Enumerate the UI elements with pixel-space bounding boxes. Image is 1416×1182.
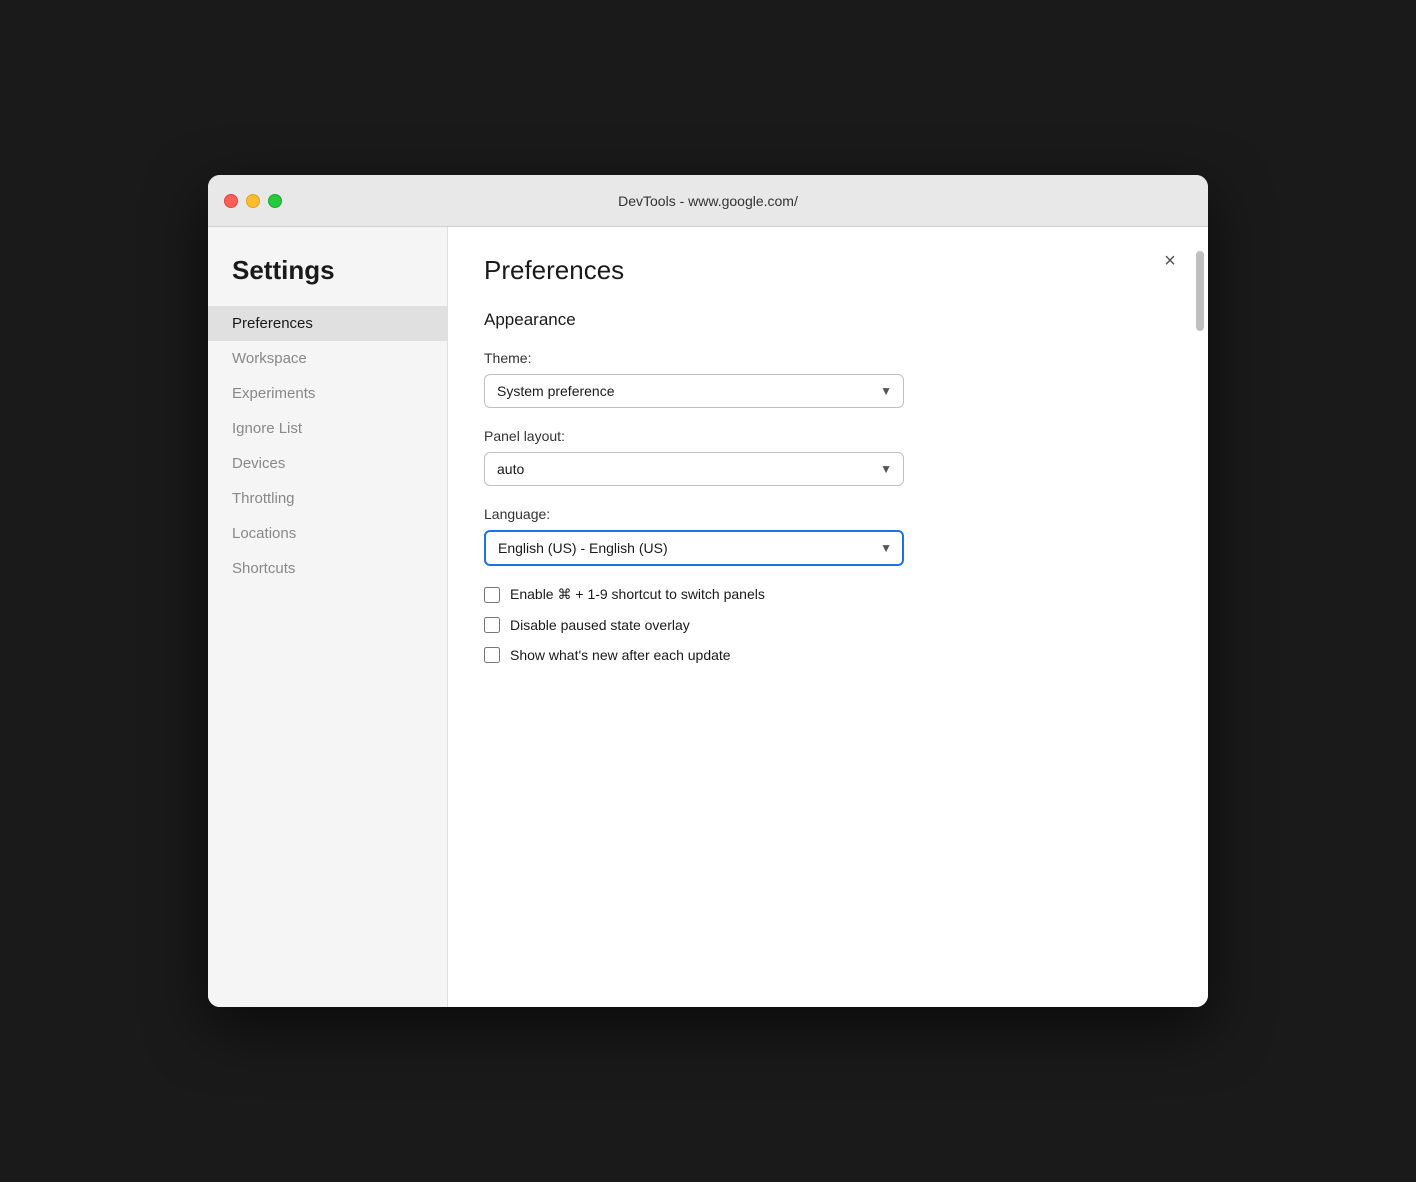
disable-paused-label: Disable paused state overlay [510, 617, 690, 633]
page-title: Preferences [484, 255, 1168, 286]
scrollbar-thumb[interactable] [1196, 251, 1204, 331]
close-button[interactable]: × [1156, 247, 1184, 275]
theme-field-group: Theme: System preference Light Dark ▼ [484, 350, 1168, 408]
theme-label: Theme: [484, 350, 1168, 366]
traffic-lights [224, 194, 282, 208]
close-traffic-light[interactable] [224, 194, 238, 208]
theme-select[interactable]: System preference Light Dark [484, 374, 904, 408]
show-whats-new-label: Show what's new after each update [510, 647, 731, 663]
panel-layout-select-wrapper: auto horizontal vertical ▼ [484, 452, 904, 486]
content-area: × Preferences Appearance Theme: System p… [448, 227, 1208, 1007]
minimize-traffic-light[interactable] [246, 194, 260, 208]
sidebar-item-throttling[interactable]: Throttling [208, 481, 447, 516]
maximize-traffic-light[interactable] [268, 194, 282, 208]
sidebar-item-devices[interactable]: Devices [208, 446, 447, 481]
sidebar-item-ignore-list[interactable]: Ignore List [208, 411, 447, 446]
scrollbar-track [1196, 251, 1204, 983]
sidebar-item-experiments[interactable]: Experiments [208, 376, 447, 411]
sidebar-item-shortcuts[interactable]: Shortcuts [208, 551, 447, 586]
cmd-shortcut-item[interactable]: Enable ⌘ + 1-9 shortcut to switch panels [484, 586, 1168, 603]
sidebar-item-preferences[interactable]: Preferences [208, 306, 447, 341]
panel-layout-field-group: Panel layout: auto horizontal vertical ▼ [484, 428, 1168, 486]
sidebar-item-workspace[interactable]: Workspace [208, 341, 447, 376]
language-select[interactable]: English (US) - English (US) Deutsch Espa… [484, 530, 904, 566]
sidebar: Settings Preferences Workspace Experimen… [208, 227, 448, 1007]
devtools-window: DevTools - www.google.com/ Settings Pref… [208, 175, 1208, 1007]
panel-layout-select[interactable]: auto horizontal vertical [484, 452, 904, 486]
checkbox-group: Enable ⌘ + 1-9 shortcut to switch panels… [484, 586, 1168, 663]
sidebar-item-locations[interactable]: Locations [208, 516, 447, 551]
window-body: Settings Preferences Workspace Experimen… [208, 227, 1208, 1007]
panel-layout-label: Panel layout: [484, 428, 1168, 444]
show-whats-new-checkbox[interactable] [484, 647, 500, 663]
titlebar: DevTools - www.google.com/ [208, 175, 1208, 227]
appearance-section-title: Appearance [484, 310, 1168, 330]
sidebar-title: Settings [208, 255, 447, 306]
language-select-wrapper: English (US) - English (US) Deutsch Espa… [484, 530, 904, 566]
cmd-shortcut-checkbox[interactable] [484, 587, 500, 603]
theme-select-wrapper: System preference Light Dark ▼ [484, 374, 904, 408]
language-field-group: Language: English (US) - English (US) De… [484, 506, 1168, 566]
cmd-shortcut-label: Enable ⌘ + 1-9 shortcut to switch panels [510, 586, 765, 603]
disable-paused-checkbox[interactable] [484, 617, 500, 633]
show-whats-new-item[interactable]: Show what's new after each update [484, 647, 1168, 663]
window-title: DevTools - www.google.com/ [618, 193, 798, 209]
language-label: Language: [484, 506, 1168, 522]
disable-paused-item[interactable]: Disable paused state overlay [484, 617, 1168, 633]
